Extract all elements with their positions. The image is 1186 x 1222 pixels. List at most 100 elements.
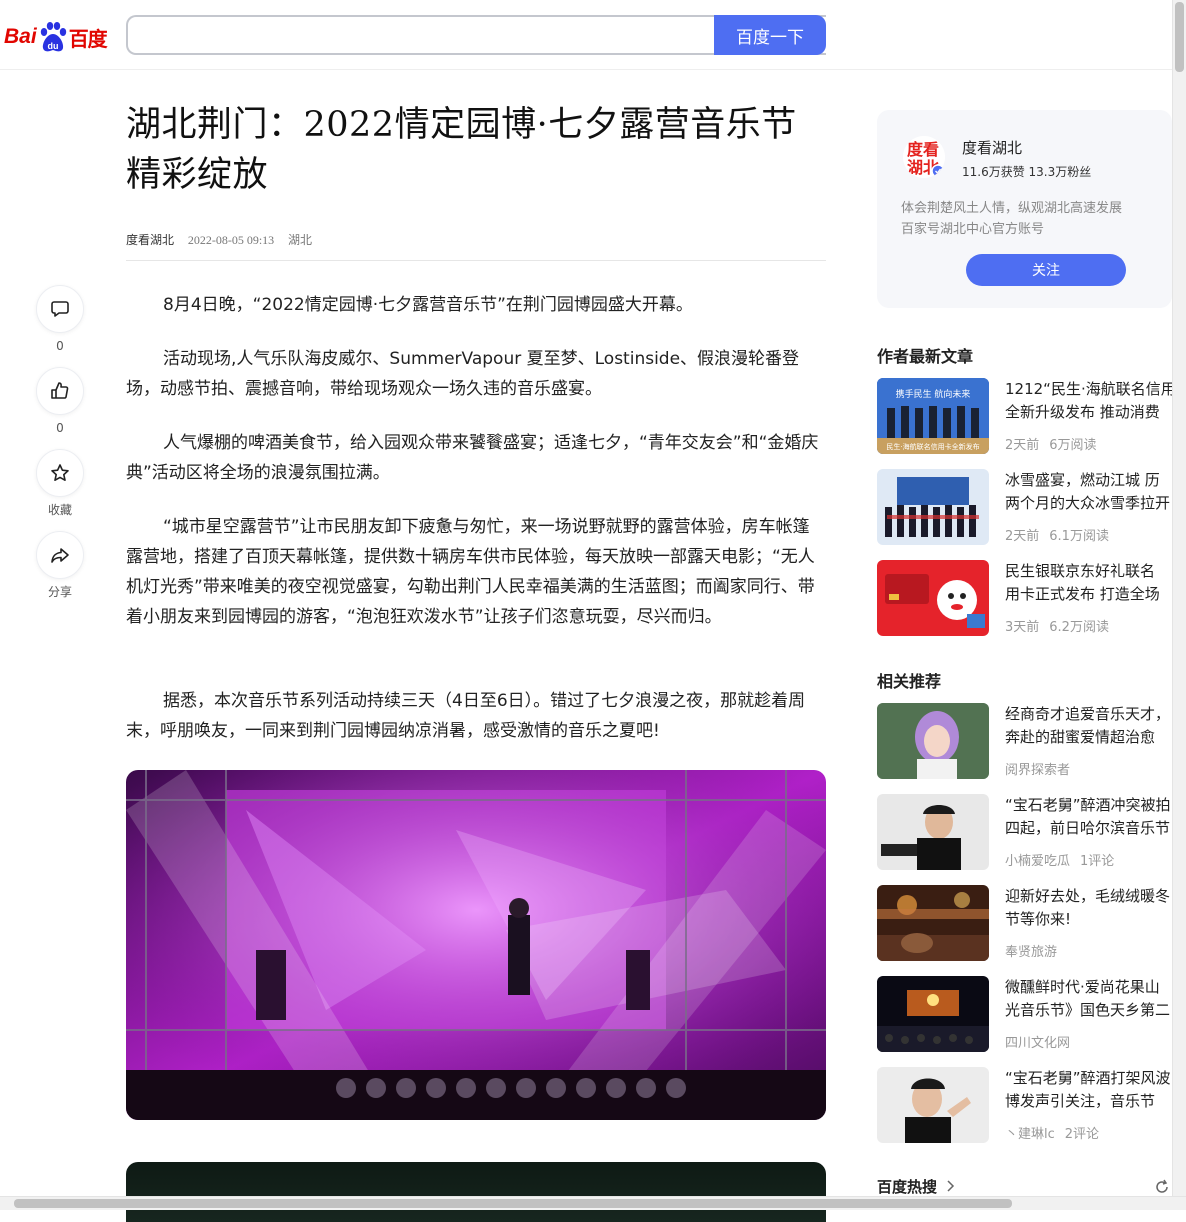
related-item-meta: 小楠爱吃瓜 1评论 bbox=[1005, 850, 1124, 869]
latest-article-card[interactable]: 民生银联京东好礼联名 用卡正式发布 打造全场 3天前 6.2万阅读 bbox=[877, 560, 1172, 636]
latest-article-title: 1212“民生·海航联名信用 全新升级发布 推动消费 bbox=[1005, 378, 1172, 424]
related-item-meta: 四川文化网 bbox=[1005, 1032, 1090, 1051]
like-action[interactable]: 0 bbox=[36, 367, 84, 435]
read-count: 6.2万阅读 bbox=[1049, 620, 1109, 635]
title-line: “宝石老舅”醉酒打架风波 bbox=[1005, 1069, 1171, 1087]
title-line: 微醺鲜时代·爱尚花果山 bbox=[1005, 978, 1160, 996]
follow-button[interactable]: 关注 bbox=[966, 254, 1126, 286]
vertical-scroll-thumb[interactable] bbox=[1175, 2, 1184, 72]
related-card[interactable]: 经商奇才追爱音乐天才， 奔赴的甜蜜爱情超治愈 阅界探索者 bbox=[877, 703, 1172, 779]
related-card[interactable]: “宝石老舅”醉酒打架风波 博发声引关注，音乐节 丶建琳lc 2评论 bbox=[877, 1067, 1172, 1143]
comment-count: 2评论 bbox=[1064, 1127, 1100, 1142]
comment-button[interactable] bbox=[36, 285, 84, 333]
article-meta: 度看湖北 2022-08-05 09:13 湖北 bbox=[126, 231, 312, 248]
title-line: 四起，前日哈尔滨音乐节 bbox=[1005, 819, 1171, 837]
source-name: 奉贤旅游 bbox=[1005, 945, 1058, 960]
related-item-meta: 丶建琳lc 2评论 bbox=[1005, 1123, 1109, 1142]
title-line: 节等你来! bbox=[1005, 910, 1072, 928]
title-line: 冰雪盛宴，燃动江城 历 bbox=[1005, 471, 1160, 489]
title-line: 博发声引关注，音乐节 bbox=[1005, 1092, 1156, 1110]
title-line: 1212“民生·海航联名信用 bbox=[1005, 380, 1172, 398]
read-count: 6.1万阅读 bbox=[1049, 529, 1109, 544]
author-desc-line: 体会荆楚风土人情，纵观湖北高速发展 bbox=[901, 201, 1123, 216]
comment-action[interactable]: 0 bbox=[36, 285, 84, 353]
related-thumb bbox=[877, 703, 989, 779]
title-line: “宝石老舅”醉酒冲突被拍 bbox=[1005, 796, 1171, 814]
hot-search-title: 百度热搜 bbox=[877, 1178, 938, 1196]
author-description: 体会荆楚风土人情，纵观湖北高速发展 百家号湖北中心官方账号 bbox=[901, 198, 1122, 240]
related-item-title: 微醺鲜时代·爱尚花果山 光音乐节》国色天乡第二 bbox=[1005, 976, 1172, 1022]
favorite-button[interactable] bbox=[36, 449, 84, 497]
related-item-title: “宝石老舅”醉酒冲突被拍 四起，前日哈尔滨音乐节 bbox=[1005, 794, 1172, 840]
article-photo-second[interactable] bbox=[126, 1162, 826, 1222]
latest-articles-title: 作者最新文章 bbox=[877, 347, 974, 366]
comment-count: 0 bbox=[56, 339, 64, 353]
source-name: 四川文化网 bbox=[1005, 1036, 1071, 1051]
read-count: 6万阅读 bbox=[1049, 438, 1097, 453]
thumb-banner-text: 携手民生 航向未来 bbox=[896, 388, 971, 400]
baidu-logo[interactable]: Bai du 百度 bbox=[4, 17, 108, 57]
title-line: 经商奇才追爱音乐天才， bbox=[1005, 705, 1171, 723]
related-thumb bbox=[877, 1067, 989, 1143]
title-line: 民生银联京东好礼联名 bbox=[1005, 562, 1156, 580]
latest-article-thumb bbox=[877, 469, 989, 545]
related-item-title: 迎新好去处，毛绒绒暖冬 节等你来! bbox=[1005, 885, 1172, 931]
title-line: 迎新好去处，毛绒绒暖冬 bbox=[1005, 887, 1171, 905]
article-age: 2天前 bbox=[1005, 529, 1040, 544]
paw-icon: du bbox=[38, 21, 68, 53]
article-author[interactable]: 度看湖北 bbox=[126, 233, 174, 247]
related-card[interactable]: 微醺鲜时代·爱尚花果山 光音乐节》国色天乡第二 四川文化网 bbox=[877, 976, 1172, 1052]
share-button[interactable] bbox=[36, 531, 84, 579]
related-item-meta: 奉贤旅游 bbox=[1005, 941, 1077, 960]
related-title: 相关推荐 bbox=[877, 672, 942, 691]
latest-article-meta: 2天前 6万阅读 bbox=[1005, 434, 1107, 453]
title-line: 用卡正式发布 打造全场 bbox=[1005, 585, 1160, 603]
vertical-scrollbar[interactable] bbox=[1172, 0, 1186, 1196]
horizontal-scrollbar[interactable] bbox=[0, 1196, 1186, 1210]
latest-article-card[interactable]: 冰雪盛宴，燃动江城 历 两个月的大众冰雪季拉开 2天前 6.1万阅读 bbox=[877, 469, 1172, 545]
refresh-icon[interactable] bbox=[1154, 1179, 1170, 1195]
article-paragraph: 8月4日晚，“2022情定园博·七夕露营音乐节”在荆门园博园盛大开幕。 bbox=[163, 295, 693, 315]
source-name: 小楠爱吃瓜 bbox=[1005, 854, 1071, 869]
article-paragraph: 人气爆棚的啤酒美食节，给入园观众带来饕餮盛宴；适逢七夕，“青年交友会”和“金婚庆… bbox=[126, 433, 819, 483]
latest-article-card[interactable]: 携手民生 航向未来 民生·海航联名信用卡全新发布 1212“民生·海航联名信用 … bbox=[877, 378, 1172, 454]
logo-text-right: 百度 bbox=[68, 26, 108, 51]
divider bbox=[126, 260, 826, 261]
search-button[interactable]: 百度一下 bbox=[714, 15, 826, 55]
thumb-caption: 民生·海航联名信用卡全新发布 bbox=[886, 442, 979, 451]
title-line: 两个月的大众冰雪季拉开 bbox=[1005, 494, 1171, 512]
latest-article-title: 民生银联京东好礼联名 用卡正式发布 打造全场 bbox=[1005, 560, 1172, 606]
share-icon bbox=[51, 548, 69, 563]
author-desc-line: 百家号湖北中心官方账号 bbox=[901, 222, 1045, 237]
source-name: 丶建琳lc bbox=[1005, 1127, 1055, 1142]
related-card[interactable]: “宝石老舅”醉酒冲突被拍 四起，前日哈尔滨音乐节 小楠爱吃瓜 1评论 bbox=[877, 794, 1172, 870]
latest-article-thumb: 携手民生 航向未来 民生·海航联名信用卡全新发布 bbox=[877, 378, 989, 454]
author-stats: 11.6万获赞 13.3万粉丝 bbox=[962, 165, 1092, 179]
favorite-label: 收藏 bbox=[47, 503, 72, 517]
comment-count: 1评论 bbox=[1080, 854, 1115, 869]
author-avatar[interactable]: 度看 湖北 bbox=[903, 136, 945, 178]
title-line: 全新升级发布 推动消费 bbox=[1005, 403, 1160, 421]
horizontal-scroll-thumb[interactable] bbox=[14, 1199, 1012, 1208]
logo-text-left: Bai bbox=[4, 25, 37, 48]
article-paragraph: “城市星空露营节”让市民朋友卸下疲惫与匆忙，来一场说野就野的露营体验，房车帐篷露… bbox=[126, 517, 815, 627]
share-action[interactable]: 分享 bbox=[36, 531, 84, 599]
article-age: 2天前 bbox=[1005, 438, 1040, 453]
like-button[interactable] bbox=[36, 367, 84, 415]
related-thumb bbox=[877, 976, 989, 1052]
favorite-action[interactable]: 收藏 bbox=[36, 449, 84, 517]
related-card[interactable]: 迎新好去处，毛绒绒暖冬 节等你来! 奉贤旅游 bbox=[877, 885, 1172, 961]
author-name[interactable]: 度看湖北 bbox=[962, 137, 1022, 158]
latest-article-meta: 3天前 6.2万阅读 bbox=[1005, 616, 1119, 635]
article-photo-concert[interactable] bbox=[126, 770, 826, 1120]
source-name: 阅界探索者 bbox=[1005, 763, 1071, 778]
avatar-text-top: 度看 bbox=[907, 140, 939, 159]
article-age: 3天前 bbox=[1005, 620, 1040, 635]
related-item-title: “宝石老舅”醉酒打架风波 博发声引关注，音乐节 bbox=[1005, 1067, 1172, 1113]
latest-article-meta: 2天前 6.1万阅读 bbox=[1005, 525, 1119, 544]
hot-search-link[interactable]: 百度热搜 bbox=[877, 1176, 956, 1197]
top-bar: Bai du 百度 百度一下 bbox=[0, 0, 1172, 70]
like-count: 0 bbox=[56, 421, 64, 435]
title-line: 奔赴的甜蜜爱情超治愈 bbox=[1005, 728, 1156, 746]
article-paragraph: 据悉，本次音乐节系列活动持续三天（4日至6日）。错过了七夕浪漫之夜，那就趁着周末… bbox=[126, 691, 806, 741]
